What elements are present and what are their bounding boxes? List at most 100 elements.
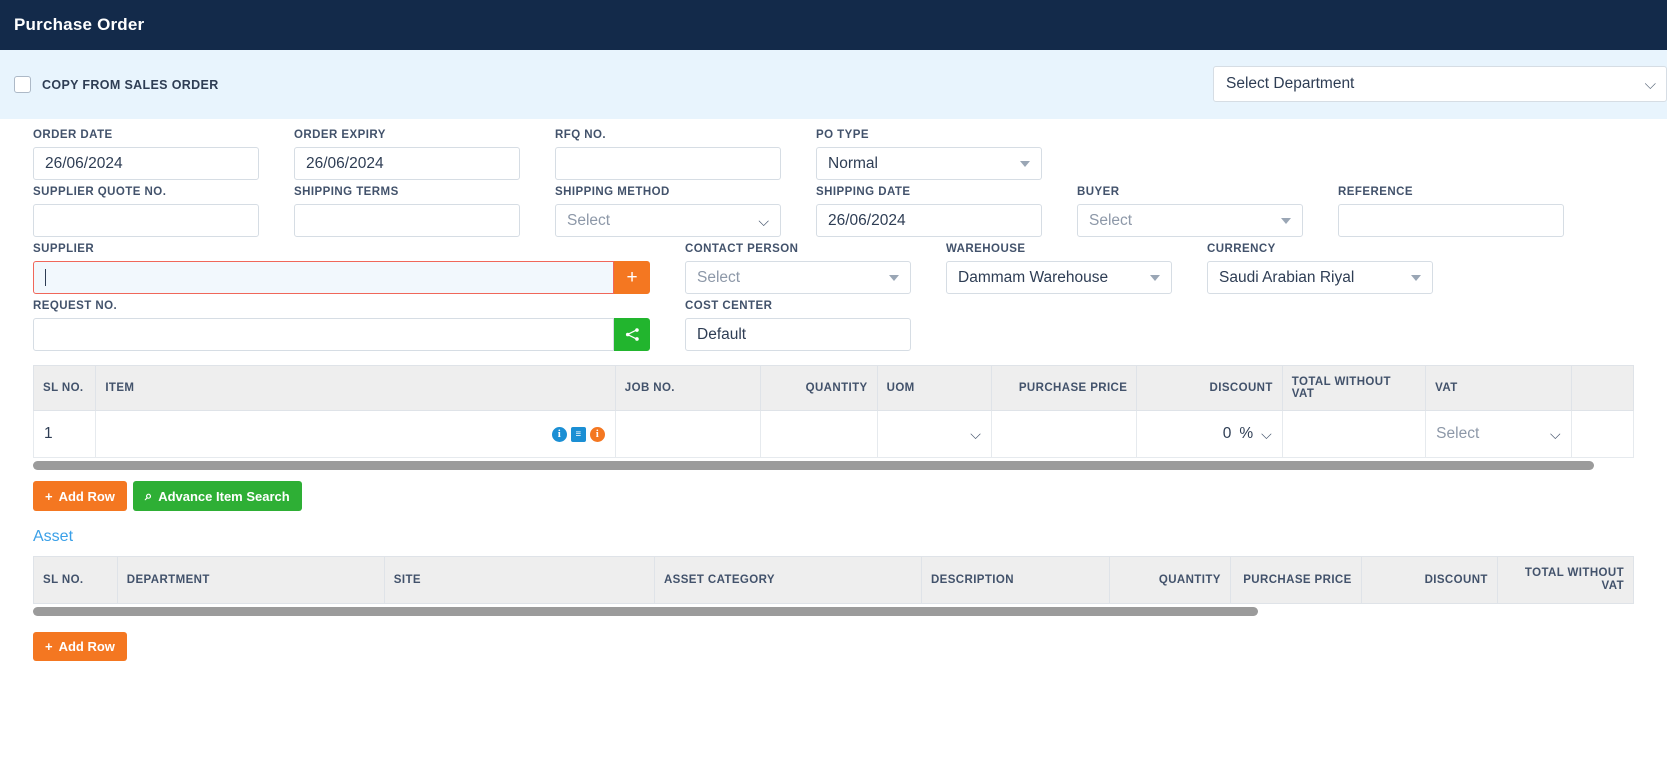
cell-uom[interactable]: ⌵	[876, 410, 992, 458]
item-table-horizontal-scrollbar[interactable]	[33, 461, 1594, 470]
purchase-order-form: ORDER DATE 26/06/2024 ORDER EXPIRY 26/06…	[0, 119, 1667, 351]
col-asset-category: ASSET CATEGORY	[654, 555, 922, 605]
sitemap-icon	[625, 328, 639, 341]
uom-select[interactable]: ⌵	[888, 411, 981, 457]
plus-icon: +	[45, 639, 53, 655]
supplier-input-group: +	[33, 261, 650, 294]
cost-center-value: Default	[697, 325, 747, 343]
select-request-button[interactable]	[614, 318, 650, 351]
buyer-value: Select	[1089, 211, 1133, 229]
discount-unit: %	[1239, 425, 1254, 442]
form-row-2: SUPPLIER QUOTE NO. SHIPPING TERMS SHIPPI…	[33, 186, 1667, 237]
chevron-down-icon: ⌵	[758, 212, 769, 229]
info-circle-icon[interactable]: i	[551, 426, 567, 442]
asset-table-horizontal-scrollbar[interactable]	[33, 607, 1258, 617]
cell-discount[interactable]: 0 % ⌵	[1136, 410, 1283, 458]
col-sl-no: SL NO.	[32, 365, 97, 411]
chevron-down-icon: ⌵	[1261, 425, 1272, 442]
po-type-select[interactable]: Normal	[816, 147, 1042, 180]
field-request-no: REQUEST NO.	[33, 300, 650, 351]
page-title: Purchase Order	[14, 15, 145, 34]
supplier-input[interactable]	[33, 261, 614, 294]
form-row-1: ORDER DATE 26/06/2024 ORDER EXPIRY 26/06…	[33, 129, 1667, 180]
shipping-method-label: SHIPPING METHOD	[555, 186, 670, 198]
col-asset-quantity: QUANTITY	[1109, 555, 1231, 605]
shipping-terms-label: SHIPPING TERMS	[294, 186, 399, 198]
reference-input[interactable]	[1338, 204, 1564, 237]
form-row-3: SUPPLIER + CONTACT PERSON Select WAREHOU…	[33, 243, 1667, 294]
cell-quantity[interactable]	[760, 410, 878, 458]
col-asset-sl-no: SL NO.	[33, 555, 118, 605]
po-type-label: PO TYPE	[816, 129, 869, 141]
cell-job-no[interactable]	[614, 410, 762, 458]
cost-center-input[interactable]: Default	[685, 318, 911, 351]
order-expiry-input[interactable]: 26/06/2024	[294, 147, 520, 180]
field-supplier-quote-no: SUPPLIER QUOTE NO.	[33, 186, 259, 237]
note-square-icon[interactable]: ≡	[570, 426, 586, 442]
item-table-buttons: + Add Row ⌕ Advance Item Search	[33, 481, 1634, 511]
col-uom: UOM	[877, 365, 992, 411]
col-purchase-price: PURCHASE PRICE	[991, 365, 1138, 411]
asset-table: SL NO. DEPARTMENT SITE ASSET CATEGORY DE…	[33, 555, 1635, 605]
field-po-type: PO TYPE Normal	[816, 129, 1042, 180]
contact-person-value: Select	[697, 268, 741, 286]
contact-person-label: CONTACT PERSON	[685, 243, 799, 255]
currency-label: CURRENCY	[1207, 243, 1276, 255]
item-table-wrapper: SL NO. ITEM JOB NO. QUANTITY UOM PURCHAS…	[32, 365, 1635, 470]
warehouse-label: WAREHOUSE	[946, 243, 1026, 255]
add-row-label: Add Row	[58, 488, 115, 504]
supplier-quote-no-input[interactable]	[33, 204, 259, 237]
shipping-date-label: SHIPPING DATE	[816, 186, 911, 198]
shipping-method-value: Select	[567, 211, 611, 229]
field-warehouse: WAREHOUSE Dammam Warehouse	[946, 243, 1172, 294]
chevron-down-icon	[1020, 160, 1030, 167]
copy-from-sales-order-label: COPY FROM SALES ORDER	[42, 77, 219, 92]
chevron-down-icon: ⌵	[970, 425, 981, 442]
item-table: SL NO. ITEM JOB NO. QUANTITY UOM PURCHAS…	[32, 365, 1635, 458]
currency-select[interactable]: Saudi Arabian Riyal	[1207, 261, 1433, 294]
asset-section-title: Asset	[33, 528, 74, 545]
order-date-label: ORDER DATE	[33, 129, 113, 141]
order-date-input[interactable]: 26/06/2024	[33, 147, 259, 180]
asset-table-header-row: SL NO. DEPARTMENT SITE ASSET CATEGORY DE…	[33, 555, 1635, 605]
shipping-date-input[interactable]: 26/06/2024	[816, 204, 1042, 237]
cell-item[interactable]: i ≡ i	[95, 410, 616, 458]
table-row[interactable]: 1 i ≡ i ⌵ 0 % ⌵ Select ⌵	[32, 410, 1635, 458]
copy-from-sales-order-group[interactable]: COPY FROM SALES ORDER	[14, 76, 219, 93]
chevron-down-icon	[1150, 274, 1160, 281]
currency-value: Saudi Arabian Riyal	[1219, 268, 1355, 286]
field-order-expiry: ORDER EXPIRY 26/06/2024	[294, 129, 520, 180]
request-no-input[interactable]	[33, 318, 614, 351]
discount-value: 0	[1222, 425, 1232, 442]
department-select[interactable]: Select Department ⌵	[1213, 66, 1667, 102]
order-expiry-label: ORDER EXPIRY	[294, 129, 386, 141]
chevron-down-icon	[1281, 217, 1291, 224]
col-asset-department: DEPARTMENT	[117, 555, 385, 605]
contact-person-select[interactable]: Select	[685, 261, 911, 294]
asset-add-row-label: Add Row	[58, 639, 115, 655]
discount-group[interactable]: 0 % ⌵	[1147, 411, 1272, 457]
shipping-terms-input[interactable]	[294, 204, 520, 237]
advance-item-search-button[interactable]: ⌕ Advance Item Search	[132, 481, 302, 511]
warehouse-select[interactable]: Dammam Warehouse	[946, 261, 1172, 294]
cell-vat[interactable]: Select ⌵	[1425, 410, 1572, 458]
shipping-method-select[interactable]: Select ⌵	[555, 204, 781, 237]
rfq-no-input[interactable]	[555, 147, 781, 180]
col-discount: DISCOUNT	[1136, 365, 1283, 411]
field-buyer: BUYER Select	[1077, 186, 1303, 237]
field-shipping-method: SHIPPING METHOD Select ⌵	[555, 186, 781, 237]
asset-table-buttons: + Add Row	[33, 632, 1634, 662]
cell-purchase-price[interactable]	[990, 410, 1138, 458]
field-shipping-date: SHIPPING DATE 26/06/2024	[816, 186, 1042, 237]
add-supplier-button[interactable]: +	[614, 261, 650, 294]
buyer-select[interactable]: Select	[1077, 204, 1303, 237]
cell-actions[interactable]	[1570, 410, 1635, 458]
field-supplier: SUPPLIER +	[33, 243, 650, 294]
col-actions	[1571, 365, 1635, 411]
add-row-button[interactable]: + Add Row	[33, 481, 127, 511]
info-circle-warning-icon[interactable]: i	[589, 426, 605, 442]
asset-add-row-button[interactable]: + Add Row	[33, 632, 127, 662]
col-asset-site: SITE	[384, 555, 655, 605]
copy-from-sales-order-checkbox[interactable]	[14, 76, 31, 93]
vat-select[interactable]: Select ⌵	[1436, 411, 1560, 457]
